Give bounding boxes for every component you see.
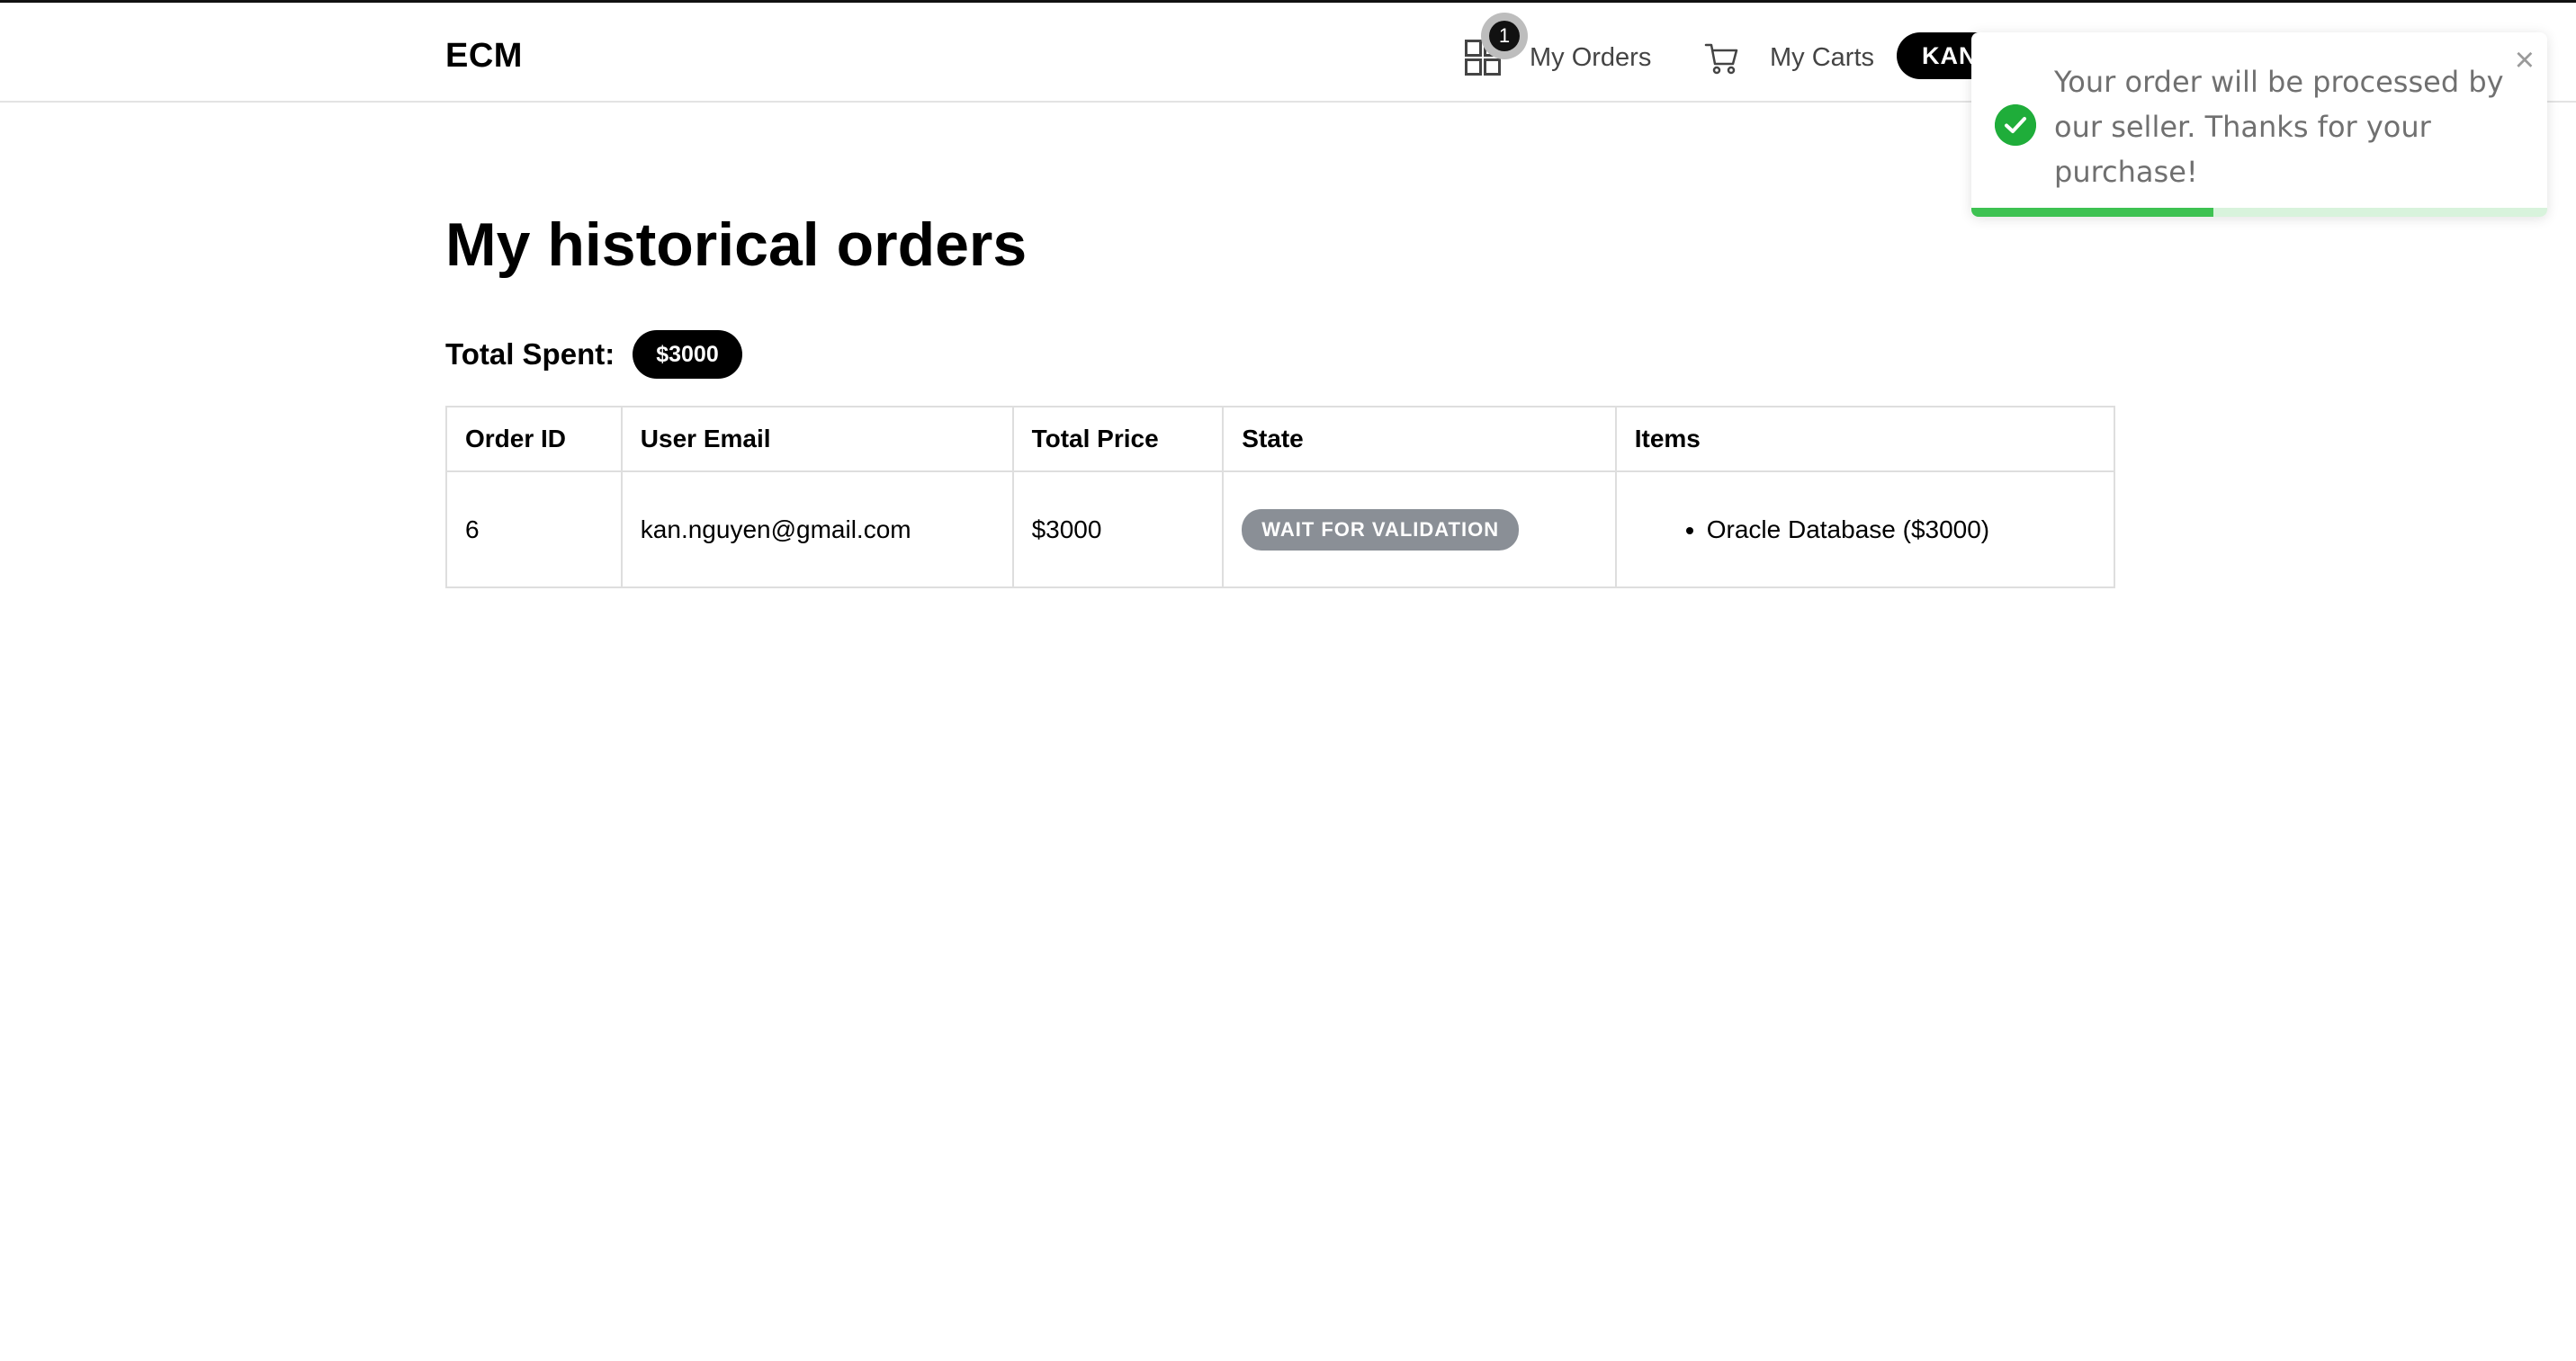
items-list: Oracle Database ($3000)	[1635, 515, 2096, 544]
cell-state: WAIT FOR VALIDATION	[1222, 470, 1617, 588]
cell-user-email: kan.nguyen@gmail.com	[620, 470, 1014, 588]
brand-logo[interactable]: ECM	[445, 37, 523, 76]
orders-count-badge: 1	[1481, 13, 1528, 59]
cell-order-id: 6	[445, 470, 623, 588]
column-header-total-price: Total Price	[1011, 406, 1225, 472]
cart-icon	[1704, 43, 1738, 75]
total-spent-badge: $3000	[633, 330, 742, 379]
cell-items: Oracle Database ($3000)	[1614, 470, 2116, 588]
column-header-state: State	[1222, 406, 1617, 472]
toast-progress-bar	[1971, 208, 2547, 217]
total-spent-row: Total Spent: $3000	[445, 330, 742, 379]
state-badge: WAIT FOR VALIDATION	[1242, 508, 1520, 551]
nav-my-orders-label: My Orders	[1530, 42, 1652, 72]
toast-message: Your order will be processed by our sell…	[2054, 65, 2504, 189]
check-circle-icon	[1995, 104, 2036, 146]
column-header-items: Items	[1614, 406, 2116, 472]
nav-my-carts[interactable]: My Carts	[1703, 35, 1874, 80]
grid-icon: 1	[1465, 13, 1528, 76]
nav-my-orders[interactable]: 1 My Orders	[1465, 13, 1652, 80]
user-name: KAN	[1922, 41, 1978, 69]
page: ECM 1 My Orders My Carts KAN My historic…	[0, 0, 2576, 1361]
table-row: 6 kan.nguyen@gmail.com $3000 WAIT FOR VA…	[445, 470, 2116, 588]
list-item: Oracle Database ($3000)	[1707, 515, 2096, 544]
toast-progress-fill	[1971, 208, 2213, 217]
table-header-row: Order ID User Email Total Price State It…	[445, 406, 2116, 472]
cell-total-price: $3000	[1011, 470, 1225, 588]
orders-table: Order ID User Email Total Price State It…	[445, 406, 2116, 588]
success-toast: Your order will be processed by our sell…	[1971, 32, 2547, 217]
column-header-order-id: Order ID	[445, 406, 623, 472]
total-spent-label: Total Spent:	[445, 337, 615, 371]
close-icon[interactable]: ×	[2515, 41, 2535, 80]
page-title: My historical orders	[445, 210, 1028, 279]
nav-my-carts-label: My Carts	[1770, 42, 1874, 72]
column-header-user-email: User Email	[620, 406, 1014, 472]
